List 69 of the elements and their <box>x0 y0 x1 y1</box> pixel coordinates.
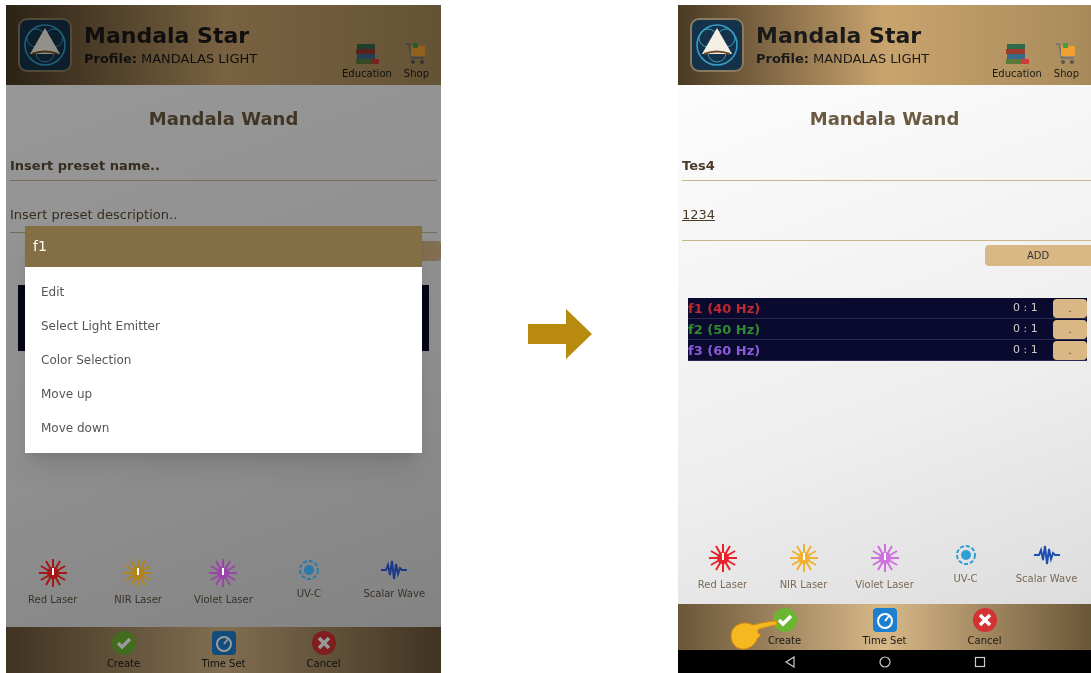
emitter-button[interactable]: UV-C <box>270 558 347 607</box>
ratio-text: 0 : 1 <box>1013 320 1039 337</box>
menu-item[interactable]: Move down <box>25 411 422 445</box>
preset-description-field[interactable]: 1234 <box>682 204 1091 241</box>
page-title: Mandala Wand <box>809 107 960 131</box>
close-icon <box>971 606 998 633</box>
preset-name-field[interactable]: Tes4 <box>682 156 1091 181</box>
home-icon[interactable] <box>878 655 891 668</box>
starburst-icon <box>788 543 819 573</box>
recents-icon[interactable] <box>973 655 986 668</box>
emitter-button[interactable]: UV-C <box>927 543 1004 592</box>
frequency-label: f1 (40 Hz) <box>688 301 761 315</box>
create-button[interactable]: Create <box>754 606 815 648</box>
menu-item[interactable]: Edit <box>25 275 422 309</box>
ratio-text: 0 : 1 <box>1013 299 1039 316</box>
timer-icon <box>210 629 237 656</box>
emitter-button[interactable]: NIR Laser <box>765 543 842 592</box>
create-button[interactable]: Create <box>93 629 154 671</box>
right-arrow-icon <box>527 309 592 359</box>
shop-link[interactable]: Shop <box>1053 40 1079 81</box>
profile-name: MANDALAS LIGHT <box>141 50 258 68</box>
profile-label: Profile: <box>756 50 809 68</box>
app-logo-icon <box>18 18 72 72</box>
add-button[interactable]: ADD <box>985 245 1091 266</box>
close-icon <box>310 629 337 656</box>
frequency-label: f3 (60 Hz) <box>688 343 761 357</box>
shop-link[interactable]: Shop <box>403 40 429 81</box>
uv-badge-icon <box>296 558 321 582</box>
emitter-button[interactable]: Violet Laser <box>185 558 262 607</box>
preset-name-field[interactable]: Insert preset name.. <box>10 156 437 181</box>
check-icon <box>110 629 137 656</box>
frequency-label: f2 (50 Hz) <box>688 322 761 336</box>
education-link[interactable]: Education <box>992 40 1042 81</box>
education-link[interactable]: Education <box>342 40 392 81</box>
emitter-button[interactable]: NIR Laser <box>100 558 177 607</box>
starburst-icon <box>37 558 68 588</box>
page-title: Mandala Wand <box>148 107 299 131</box>
starburst-icon <box>123 558 154 588</box>
emitter-button[interactable]: Scalar Wave <box>356 558 433 607</box>
profile-label: Profile: <box>84 50 137 68</box>
app-name: Mandala Star <box>84 21 251 49</box>
menu-item[interactable]: Select Light Emitter <box>25 309 422 343</box>
wave-icon <box>380 558 409 582</box>
menu-item[interactable]: Move up <box>25 377 422 411</box>
menu-item[interactable]: Color Selection <box>25 343 422 377</box>
timer-icon <box>871 606 898 633</box>
starburst-icon <box>208 558 239 588</box>
check-icon <box>771 606 798 633</box>
row-menu-button[interactable]: . <box>1053 298 1087 318</box>
timer-button[interactable]: Time Set <box>854 606 915 648</box>
cancel-button[interactable]: Cancel <box>954 606 1015 648</box>
starburst-icon <box>869 543 900 573</box>
row-menu-button[interactable]: . <box>1053 340 1087 360</box>
row-menu-button[interactable]: . <box>1053 319 1087 339</box>
dialog-title: f1 <box>33 237 47 256</box>
cancel-button[interactable]: Cancel <box>293 629 354 671</box>
app-name: Mandala Star <box>756 21 923 49</box>
starburst-icon <box>707 543 738 573</box>
ratio-text: 0 : 1 <box>1013 341 1039 358</box>
wave-icon <box>1032 543 1061 567</box>
uv-badge-icon <box>953 543 978 567</box>
profile-name: MANDALAS LIGHT <box>813 50 930 68</box>
app-logo-icon <box>690 18 744 72</box>
back-icon[interactable] <box>783 655 796 668</box>
emitter-button[interactable]: Red Laser <box>684 543 761 592</box>
emitter-button[interactable]: Red Laser <box>14 558 91 607</box>
emitter-button[interactable]: Scalar Wave <box>1008 543 1085 592</box>
emitter-button[interactable]: Violet Laser <box>846 543 923 592</box>
timer-button[interactable]: Time Set <box>193 629 254 671</box>
